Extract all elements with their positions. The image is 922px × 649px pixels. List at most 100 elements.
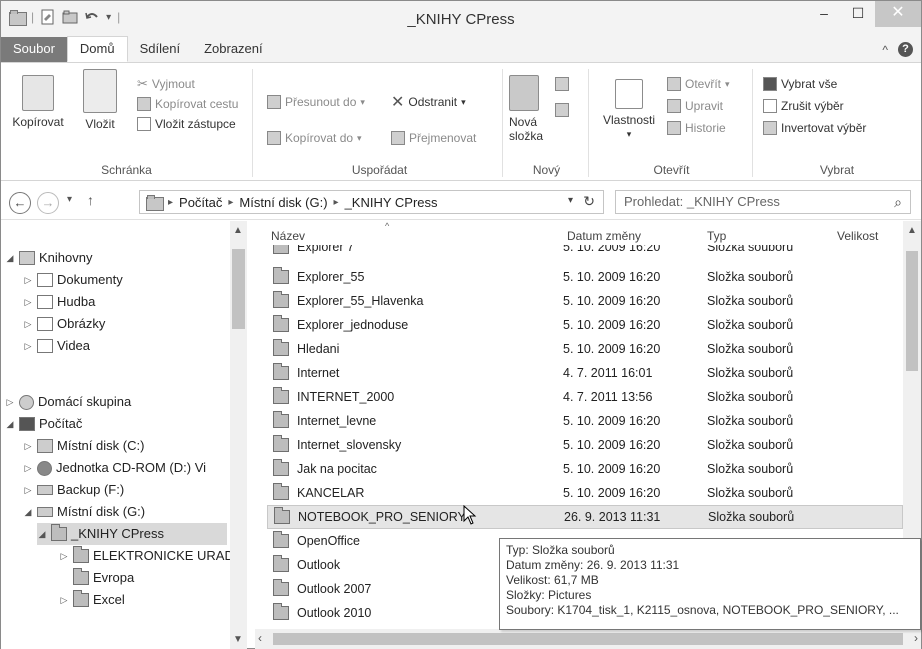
copy-path-button[interactable]: Kopírovat cestu [137, 95, 238, 113]
easy-access-button[interactable] [555, 103, 569, 120]
collapse-icon[interactable]: ◢ [5, 413, 15, 435]
select-none-button[interactable]: Zrušit výběr [763, 97, 844, 115]
paste-shortcut-button[interactable]: Vložit zástupce [137, 115, 236, 133]
search-icon: ⌕ [894, 194, 902, 210]
file-row[interactable]: Jak na pocitac 5. 10. 2009 16:20 Složka … [267, 457, 903, 481]
file-row[interactable]: Internet_levne 5. 10. 2009 16:20 Složka … [267, 409, 903, 433]
collapse-ribbon-icon[interactable]: ^ [882, 43, 888, 57]
tab-home[interactable]: Domů [66, 36, 128, 62]
nav-item-documents[interactable]: ▷ Dokumenty [23, 269, 123, 291]
expand-icon[interactable]: ▷ [23, 269, 33, 291]
file-name: Explorer_jednoduse [297, 318, 409, 332]
select-all-icon [763, 77, 777, 91]
nav-item-knihy-cpress[interactable]: ◢ _KNIHY CPress [37, 523, 227, 545]
expand-icon[interactable]: ▷ [5, 391, 15, 413]
nav-item-backup-f[interactable]: ▷ Backup (F:) [23, 479, 125, 501]
breadcrumb-item[interactable]: _KNIHY CPress [345, 195, 438, 210]
scroll-thumb[interactable] [273, 633, 903, 645]
address-bar[interactable]: ▸ Počítač ▸ Místní disk (G:) ▸ _KNIHY CP… [139, 190, 604, 214]
scroll-left-icon[interactable]: ‹ [258, 631, 262, 645]
file-row[interactable]: Explorer_55 5. 10. 2009 16:20 Složka sou… [267, 265, 903, 289]
address-dropdown-icon[interactable]: ▾ [568, 195, 573, 206]
copy-to-button[interactable]: Kopírovat do ▾ [267, 129, 362, 147]
tab-file[interactable]: Soubor [1, 37, 67, 62]
nav-item-elektronicke-urad[interactable]: ▷ ELEKTRONICKE URAD [59, 545, 234, 567]
tab-share[interactable]: Sdílení [128, 37, 192, 62]
file-row[interactable]: INTERNET_2000 4. 7. 2011 13:56 Složka so… [267, 385, 903, 409]
horizontal-scrollbar[interactable]: ‹ › [255, 629, 921, 649]
column-header-date[interactable]: Datum změny [567, 229, 641, 243]
move-to-button[interactable]: Přesunout do ▾ [267, 93, 365, 111]
select-all-button[interactable]: Vybrat vše [763, 75, 837, 93]
history-button[interactable]: Historie [667, 119, 726, 137]
rename-button[interactable]: Přejmenovat [391, 129, 476, 147]
edit-button[interactable]: Upravit [667, 97, 723, 115]
nav-item-evropa[interactable]: Evropa [59, 567, 134, 589]
expand-icon[interactable]: ▷ [23, 313, 33, 335]
properties-button[interactable]: Vlastnosti ▾ [599, 79, 659, 141]
expand-icon[interactable]: ▷ [23, 435, 33, 457]
file-row[interactable]: Internet 4. 7. 2011 16:01 Složka souborů [267, 361, 903, 385]
nav-scrollbar[interactable]: ▲ ▼ [230, 221, 247, 649]
nav-item-computer[interactable]: ◢ Počítač [5, 413, 82, 435]
forward-button[interactable]: → [37, 192, 59, 214]
collapse-icon[interactable]: ◢ [23, 501, 33, 523]
nav-item-videos[interactable]: ▷ Videa [23, 335, 90, 357]
maximize-button[interactable]: ☐ [841, 1, 875, 27]
file-row[interactable]: Explorer_55_Hlavenka 5. 10. 2009 16:20 S… [267, 289, 903, 313]
folder-icon [51, 524, 67, 541]
nav-item-libraries[interactable]: ◢ Knihovny [5, 247, 92, 269]
expand-icon[interactable]: ▷ [23, 457, 33, 479]
paste-button[interactable]: Vložit [75, 69, 125, 131]
expand-icon[interactable]: ▷ [23, 479, 33, 501]
invert-selection-button[interactable]: Invertovat výběr [763, 119, 866, 137]
close-button[interactable]: ✕ [875, 1, 921, 27]
recent-locations-icon[interactable]: ▾ [67, 194, 72, 205]
scroll-up-icon[interactable]: ▲ [233, 225, 243, 236]
refresh-icon[interactable]: ↻ [583, 193, 595, 210]
tab-view[interactable]: Zobrazení [192, 37, 275, 62]
column-header-name[interactable]: Název [271, 229, 305, 243]
nav-item-excel[interactable]: ▷ Excel [59, 589, 125, 611]
nav-item-cdrom-d[interactable]: ▷ Jednotka CD-ROM (D:) Vi [23, 457, 206, 479]
up-arrow-icon[interactable]: ↑ [87, 192, 94, 208]
nav-item-disk-g[interactable]: ◢ Místní disk (G:) [23, 501, 146, 523]
collapse-icon[interactable]: ◢ [5, 247, 15, 269]
nav-item-pictures[interactable]: ▷ Obrázky [23, 313, 105, 335]
file-row[interactable]: Hledani 5. 10. 2009 16:20 Složka souborů [267, 337, 903, 361]
scroll-down-icon[interactable]: ▼ [233, 634, 243, 645]
collapse-icon[interactable]: ◢ [37, 523, 47, 545]
invert-selection-label: Invertovat výběr [781, 121, 867, 135]
file-row[interactable]: Internet_slovensky 5. 10. 2009 16:20 Slo… [267, 433, 903, 457]
column-header-size[interactable]: Velikost [837, 229, 878, 243]
cut-button[interactable]: ✂ Vyjmout [137, 75, 195, 93]
copy-button[interactable]: Kopírovat [7, 75, 69, 129]
breadcrumb-item[interactable]: Místní disk (G:) [239, 195, 327, 210]
nav-item-homegroup[interactable]: ▷ Domácí skupina [5, 391, 131, 413]
back-button[interactable]: ← [9, 192, 31, 214]
expand-icon[interactable]: ▷ [23, 335, 33, 357]
nav-item-disk-c[interactable]: ▷ Místní disk (C:) [23, 435, 144, 457]
scroll-right-icon[interactable]: › [914, 631, 918, 645]
open-button[interactable]: Otevřít ▾ [667, 75, 730, 93]
scroll-thumb[interactable] [906, 251, 918, 371]
scroll-up-icon[interactable]: ▲ [907, 225, 917, 236]
new-folder-button[interactable]: Nová složka [509, 75, 549, 143]
nav-item-music[interactable]: ▷ Hudba [23, 291, 95, 313]
file-row[interactable]: Explorer_jednoduse 5. 10. 2009 16:20 Slo… [267, 313, 903, 337]
file-row[interactable]: KANCELAR 5. 10. 2009 16:20 Složka soubor… [267, 481, 903, 505]
file-row-hovered[interactable]: NOTEBOOK_PRO_SENIORY 26. 9. 2013 11:31 S… [267, 505, 903, 529]
minimize-button[interactable]: – [807, 1, 841, 27]
file-row[interactable]: Explorer 7 5. 10. 2009 16:20 Složka soub… [267, 245, 903, 259]
expand-icon[interactable]: ▷ [59, 589, 69, 611]
copy-to-label: Kopírovat do [285, 131, 354, 145]
expand-icon[interactable]: ▷ [23, 291, 33, 313]
search-input[interactable]: Prohledat: _KNIHY CPress ⌕ [615, 190, 911, 214]
scroll-thumb[interactable] [232, 249, 245, 329]
expand-icon[interactable]: ▷ [59, 545, 69, 567]
delete-button[interactable]: ✕ Odstranit ▾ [391, 93, 466, 111]
column-header-type[interactable]: Typ [707, 229, 726, 243]
help-icon[interactable]: ? [898, 42, 913, 57]
new-item-button[interactable] [555, 77, 569, 94]
breadcrumb-item[interactable]: Počítač [179, 195, 222, 210]
